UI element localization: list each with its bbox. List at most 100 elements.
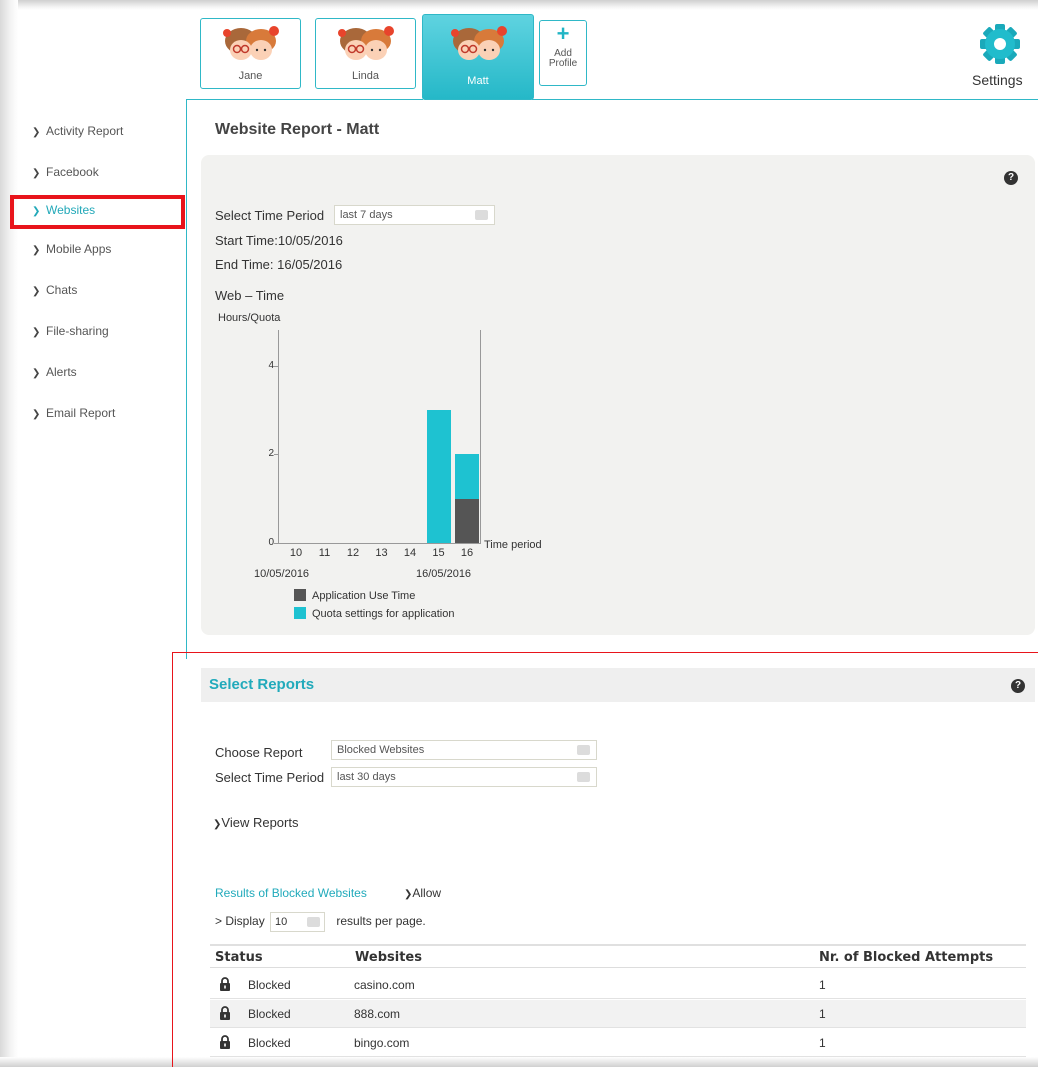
- dropdown-arrow-icon: [577, 745, 590, 755]
- kids-avatar-icon: [223, 26, 279, 60]
- legend-item-use-time: Application Use Time: [294, 589, 415, 602]
- results-per-page-select[interactable]: 10: [270, 912, 326, 932]
- x-tick-label: 15: [432, 547, 445, 559]
- profile-tab-matt[interactable]: Matt: [422, 14, 534, 100]
- sidebar-item-facebook[interactable]: ❯ Facebook: [32, 163, 99, 181]
- table-row: Blocked bingo.com 1: [210, 1029, 1026, 1057]
- choose-report-select[interactable]: Blocked Websites: [331, 740, 597, 760]
- web-time-label: Web – Time: [215, 288, 285, 303]
- bar-use-time: [455, 498, 479, 543]
- chevron-right-icon: ❯: [32, 245, 41, 256]
- y-tick-mark: [274, 365, 278, 367]
- x-tick-label: 13: [375, 547, 388, 559]
- select-reports-header: Select Reports: [201, 668, 1035, 702]
- sidebar-item-label: Facebook: [46, 165, 99, 179]
- y-tick-mark: [274, 454, 278, 456]
- y-tick-mark: [274, 543, 278, 544]
- help-icon[interactable]: ?: [1004, 171, 1018, 185]
- chart-x-end-date: 16/05/2016: [416, 568, 472, 580]
- status-cell: Blocked: [248, 978, 291, 992]
- highlight-box-websites: [10, 195, 185, 229]
- sidebar-item-alerts[interactable]: ❯ Alerts: [32, 363, 77, 381]
- chevron-right-icon: ❯: [32, 127, 41, 138]
- display-prefix: > Display: [215, 914, 265, 929]
- sidebar-item-email-report[interactable]: ❯ Email Report: [32, 404, 115, 422]
- view-reports-link[interactable]: ❯View Reports: [213, 815, 298, 830]
- status-cell: Blocked: [248, 1007, 291, 1021]
- lock-icon: [220, 1006, 230, 1020]
- bar-quota: [426, 409, 451, 543]
- chevron-right-icon: ❯: [32, 368, 41, 379]
- x-tick-label: 11: [318, 547, 331, 559]
- status-cell: Blocked: [248, 1036, 291, 1050]
- sidebar-item-activity-report[interactable]: ❯ Activity Report: [32, 122, 123, 140]
- attempts-cell: 1: [819, 978, 826, 992]
- column-header-websites[interactable]: Websites: [355, 950, 422, 965]
- select-reports-title: Select Reports: [209, 676, 315, 693]
- allow-label: Allow: [412, 886, 442, 900]
- time-period-select[interactable]: last 7 days: [334, 205, 495, 225]
- x-tick-label: 14: [403, 547, 417, 559]
- choose-report-value: Blocked Websites: [337, 744, 425, 756]
- website-cell: casino.com: [354, 978, 415, 992]
- dropdown-arrow-icon: [307, 917, 321, 927]
- sidebar-item-chats[interactable]: ❯ Chats: [32, 281, 77, 299]
- results-blocked-websites-tab[interactable]: Results of Blocked Websites: [215, 886, 367, 900]
- legend-item-quota: Quota settings for application: [294, 607, 454, 620]
- legend-swatch: [294, 589, 306, 601]
- lock-icon: [220, 977, 230, 991]
- select-time-period-value: last 30 days: [337, 771, 396, 783]
- x-tick-label: 16: [460, 547, 474, 559]
- sidebar-item-label: Alerts: [46, 365, 77, 379]
- content-frame-border: [186, 99, 187, 659]
- settings-button[interactable]: Settings: [970, 20, 1038, 90]
- kids-avatar-icon: [338, 26, 394, 60]
- x-tick-label: 10: [289, 547, 303, 559]
- help-icon[interactable]: ?: [1011, 679, 1025, 693]
- chevron-right-icon: ❯: [32, 286, 41, 297]
- legend-label: Quota settings for application: [312, 608, 455, 620]
- add-profile-button[interactable]: + Add Profile: [539, 20, 587, 86]
- website-cell: bingo.com: [354, 1036, 410, 1050]
- lock-icon: [220, 1035, 230, 1049]
- attempts-cell: 1: [819, 1007, 826, 1021]
- kids-avatar-icon: [451, 26, 507, 60]
- chevron-right-icon: ❯: [32, 327, 41, 338]
- web-time-chart: Hours/Quota Time period 10/05/2016 16/05…: [218, 310, 560, 610]
- table-header: Status Websites Nr. of Blocked Attempts: [210, 944, 1026, 968]
- allow-tab[interactable]: ❯Allow: [404, 886, 441, 900]
- select-time-period-select[interactable]: last 30 days: [331, 767, 597, 787]
- y-tick-label: 0: [268, 537, 274, 548]
- column-header-attempts[interactable]: Nr. of Blocked Attempts: [819, 950, 993, 965]
- sidebar-item-file-sharing[interactable]: ❯ File-sharing: [32, 322, 109, 340]
- profile-name: Jane: [238, 70, 263, 82]
- sidebar-item-mobile-apps[interactable]: ❯ Mobile Apps: [32, 240, 111, 258]
- results-per-page-value: 10: [275, 916, 288, 928]
- sidebar-item-label: File-sharing: [46, 324, 109, 338]
- dropdown-arrow-icon: [577, 772, 590, 782]
- settings-label: Settings: [972, 72, 1023, 88]
- results-per-page-row: > Display 10 results per page.: [215, 912, 426, 932]
- gear-icon: [980, 24, 1020, 64]
- screenshot-shadow-left: [0, 0, 18, 1067]
- screenshot-shadow-top: [0, 0, 1038, 10]
- sidebar-item-label: Mobile Apps: [46, 242, 112, 256]
- sidebar-item-label: Activity Report: [46, 124, 124, 138]
- chevron-right-icon: ❯: [32, 168, 41, 179]
- chart-xlabel: Time period: [484, 539, 542, 551]
- profile-name: Matt: [467, 75, 489, 87]
- profile-tab-linda[interactable]: Linda: [315, 18, 416, 89]
- content-frame-border: [532, 99, 1038, 100]
- page-title: Website Report - Matt: [215, 121, 380, 138]
- website-cell: 888.com: [354, 1007, 401, 1021]
- plus-icon: +: [556, 21, 570, 46]
- profile-tab-jane[interactable]: Jane: [200, 18, 301, 89]
- sidebar-item-label: Chats: [46, 283, 78, 297]
- legend-swatch: [294, 607, 306, 619]
- sidebar-item-label: Email Report: [46, 406, 116, 420]
- time-period-value: last 7 days: [340, 209, 393, 221]
- display-suffix: results per page.: [336, 914, 426, 929]
- add-profile-label-line2: Profile: [548, 58, 578, 69]
- chart-x-axis: [278, 543, 480, 544]
- column-header-status[interactable]: Status: [215, 950, 263, 965]
